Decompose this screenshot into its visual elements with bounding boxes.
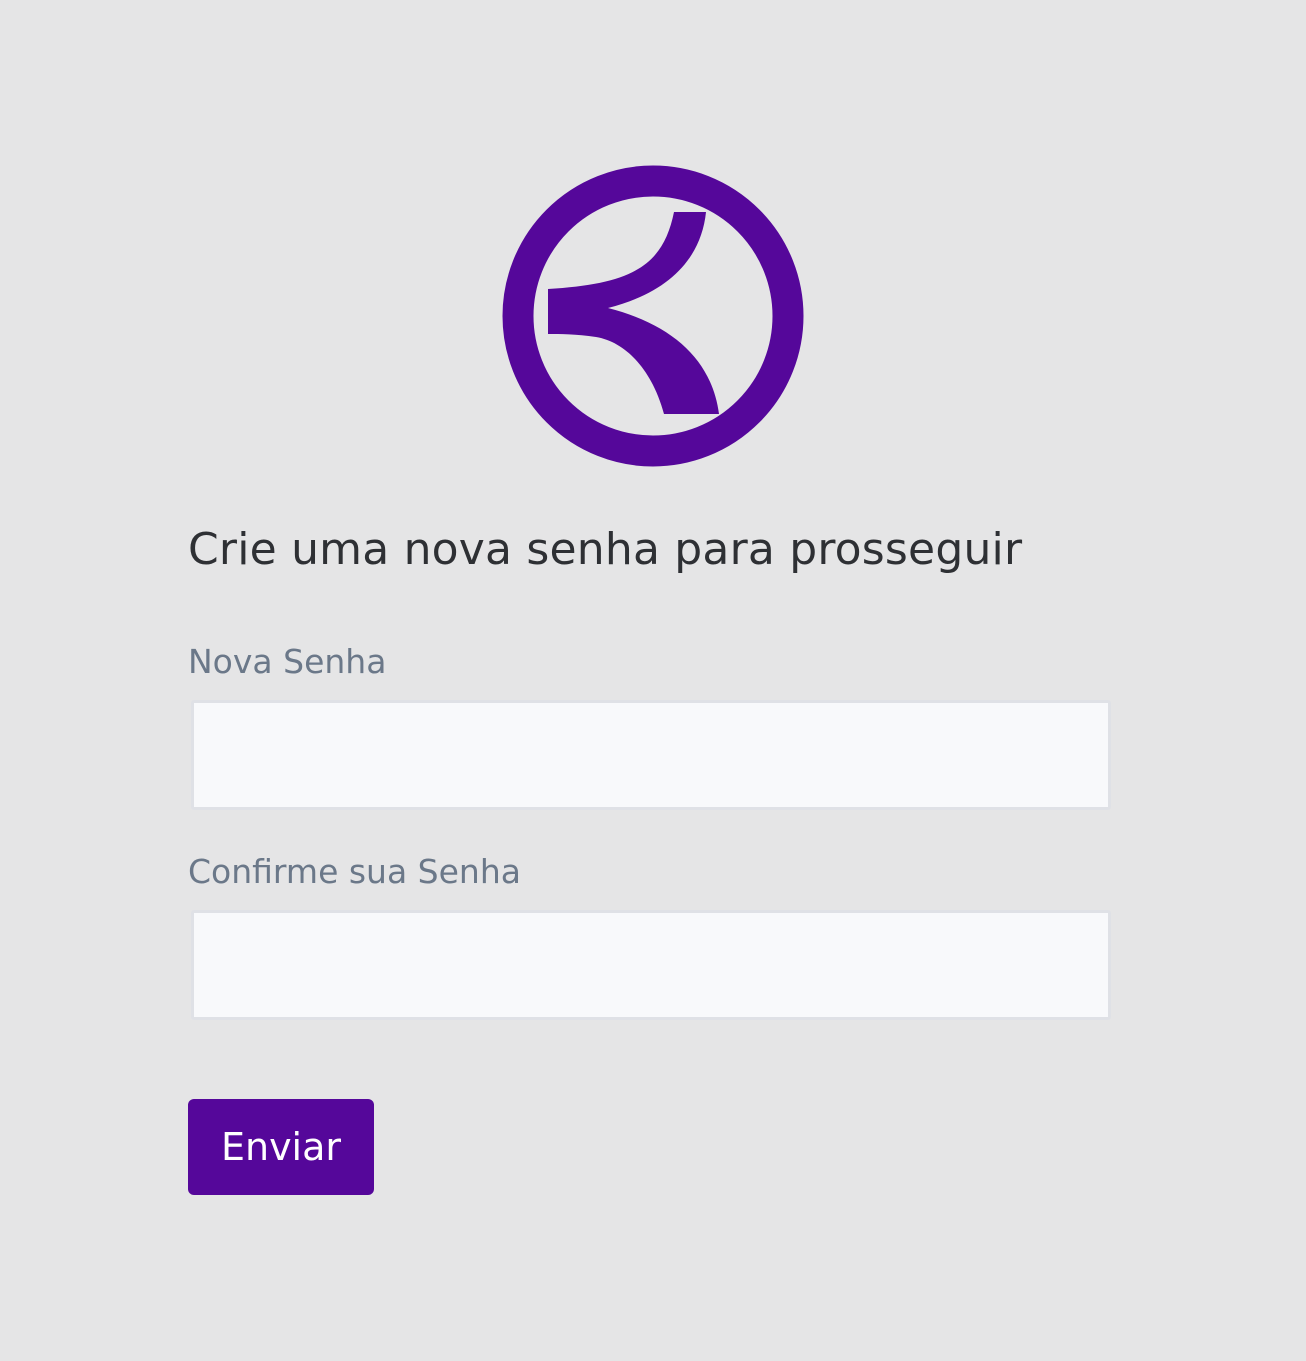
confirm-password-label: Confirme sua Senha	[188, 852, 521, 891]
new-password-input[interactable]	[191, 700, 1111, 810]
brand-logo-icon	[502, 165, 804, 467]
reset-password-page: Crie uma nova senha para prosseguir Nova…	[0, 0, 1306, 1361]
submit-button[interactable]: Enviar	[188, 1099, 374, 1195]
page-title: Crie uma nova senha para prosseguir	[188, 524, 1023, 575]
confirm-password-input[interactable]	[191, 910, 1111, 1020]
new-password-label: Nova Senha	[188, 642, 387, 681]
